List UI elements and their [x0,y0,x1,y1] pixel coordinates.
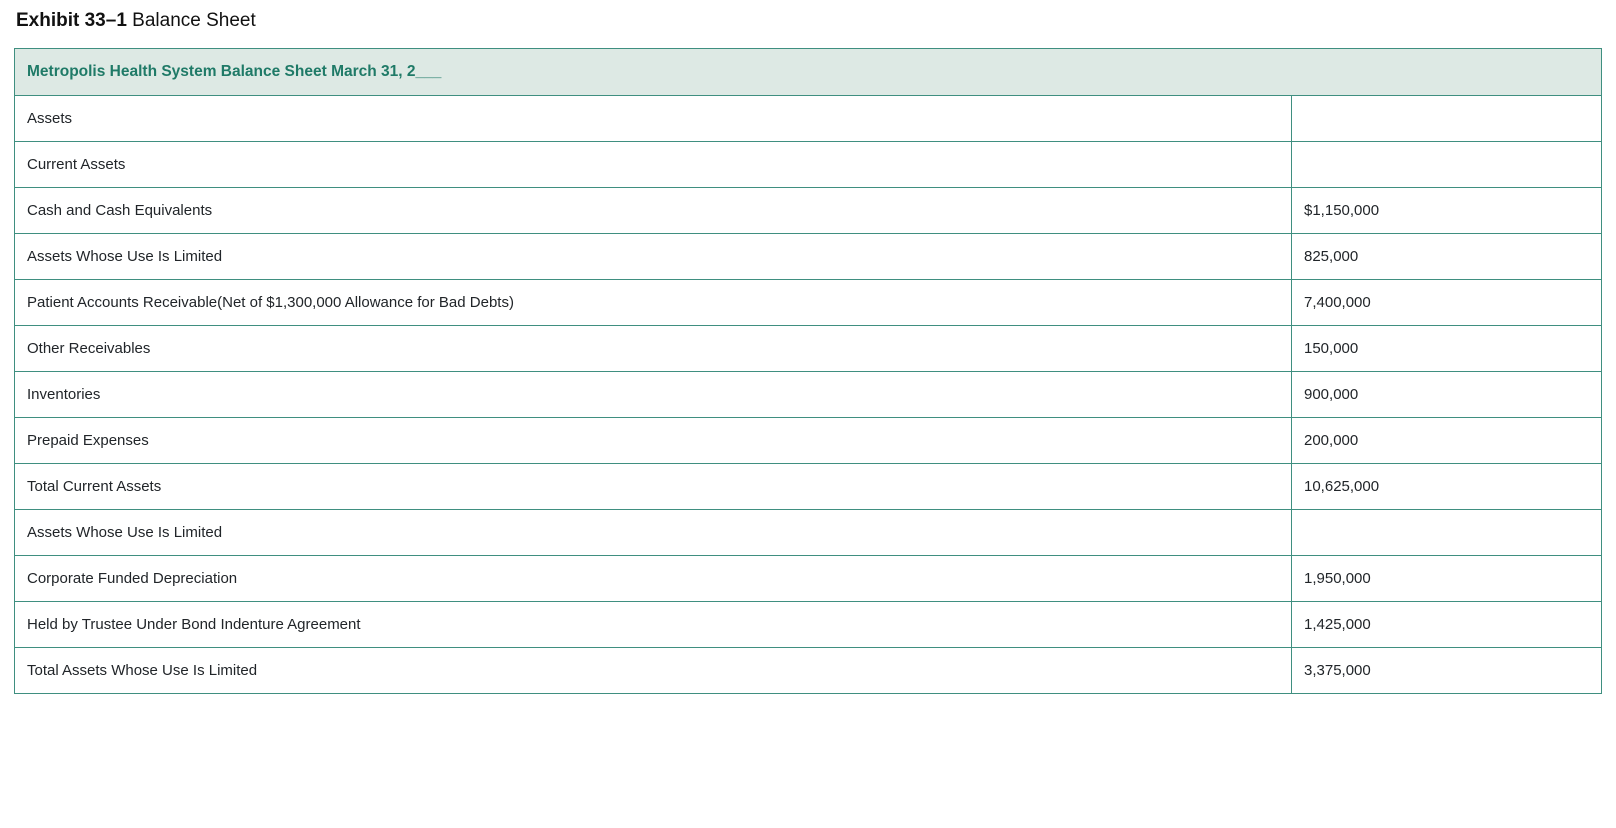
row-value [1292,142,1602,188]
row-value: 7,400,000 [1292,280,1602,326]
exhibit-number: Exhibit 33–1 [16,10,127,31]
row-value: 150,000 [1292,326,1602,372]
table-row: Assets Whose Use Is Limited 825,000 [15,234,1602,280]
row-label: Corporate Funded Depreciation [15,556,1292,602]
balance-sheet-table: Metropolis Health System Balance Sheet M… [14,48,1602,694]
table-row: Prepaid Expenses 200,000 [15,418,1602,464]
row-label: Patient Accounts Receivable(Net of $1,30… [15,280,1292,326]
row-value [1292,510,1602,556]
row-label: Total Assets Whose Use Is Limited [15,648,1292,694]
row-label: Held by Trustee Under Bond Indenture Agr… [15,602,1292,648]
table-body: Assets Current Assets Cash and Cash Equi… [15,96,1602,694]
table-header-row: Metropolis Health System Balance Sheet M… [15,49,1602,96]
row-value: 10,625,000 [1292,464,1602,510]
row-value: 825,000 [1292,234,1602,280]
table-row: Patient Accounts Receivable(Net of $1,30… [15,280,1602,326]
row-value: 1,950,000 [1292,556,1602,602]
row-value [1292,96,1602,142]
table-row: Assets Whose Use Is Limited [15,510,1602,556]
row-value: $1,150,000 [1292,188,1602,234]
row-label: Assets Whose Use Is Limited [15,510,1292,556]
row-label: Assets [15,96,1292,142]
row-value: 3,375,000 [1292,648,1602,694]
table-row: Total Assets Whose Use Is Limited 3,375,… [15,648,1602,694]
table-row: Held by Trustee Under Bond Indenture Agr… [15,602,1602,648]
row-label: Inventories [15,372,1292,418]
row-label: Assets Whose Use Is Limited [15,234,1292,280]
row-value: 900,000 [1292,372,1602,418]
row-value: 1,425,000 [1292,602,1602,648]
table-row: Current Assets [15,142,1602,188]
table-row: Other Receivables 150,000 [15,326,1602,372]
row-label: Current Assets [15,142,1292,188]
row-label: Total Current Assets [15,464,1292,510]
row-label: Other Receivables [15,326,1292,372]
table-row: Cash and Cash Equivalents $1,150,000 [15,188,1602,234]
table-header: Metropolis Health System Balance Sheet M… [15,49,1602,96]
row-value: 200,000 [1292,418,1602,464]
exhibit-title: Balance Sheet [132,10,256,31]
table-row: Corporate Funded Depreciation 1,950,000 [15,556,1602,602]
exhibit-caption: Exhibit 33–1 Balance Sheet [16,10,1602,32]
row-label: Cash and Cash Equivalents [15,188,1292,234]
table-row: Assets [15,96,1602,142]
row-label: Prepaid Expenses [15,418,1292,464]
table-row: Total Current Assets 10,625,000 [15,464,1602,510]
table-row: Inventories 900,000 [15,372,1602,418]
